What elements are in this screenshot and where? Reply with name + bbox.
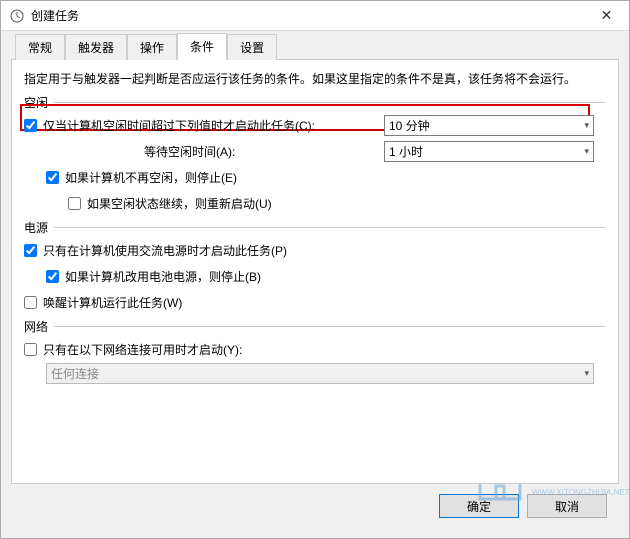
- group-idle: 空闲: [24, 94, 606, 111]
- chevron-down-icon: ▾: [584, 146, 589, 157]
- select-idle-duration-value: 10 分钟: [389, 117, 430, 134]
- select-idle-wait-value: 1 小时: [389, 143, 423, 160]
- row-idle-start: 仅当计算机空闲时间超过下列值时才启动此任务(C): 10 分钟 ▾: [24, 113, 606, 137]
- divider: [54, 326, 606, 327]
- tab-conditions[interactable]: 条件: [177, 33, 227, 60]
- label-power-battery-stop: 如果计算机改用电池电源，则停止(B): [65, 268, 261, 285]
- row-idle-restart: 如果空闲状态继续，则重新启动(U): [24, 191, 606, 215]
- checkbox-network-only[interactable]: [24, 343, 37, 356]
- checkbox-power-battery-stop[interactable]: [46, 270, 59, 283]
- row-power-wake: 唤醒计算机运行此任务(W): [24, 290, 606, 314]
- checkbox-idle-stop[interactable]: [46, 171, 59, 184]
- row-network-only: 只有在以下网络连接可用时才启动(Y):: [24, 337, 606, 361]
- client-area: 常规 触发器 操作 条件 设置 指定用于与触发器一起判断是否应运行该任务的条件。…: [1, 31, 629, 538]
- label-idle-stop: 如果计算机不再空闲，则停止(E): [65, 169, 237, 186]
- checkbox-power-wake[interactable]: [24, 296, 37, 309]
- chevron-down-icon: ▾: [584, 120, 589, 131]
- group-power: 电源: [24, 219, 606, 236]
- select-idle-duration[interactable]: 10 分钟 ▾: [384, 115, 594, 136]
- group-network: 网络: [24, 318, 606, 335]
- row-idle-wait: 等待空闲时间(A): 1 小时 ▾: [24, 139, 606, 163]
- clock-icon: [9, 8, 25, 24]
- tab-general[interactable]: 常规: [15, 34, 65, 60]
- label-power-ac: 只有在计算机使用交流电源时才启动此任务(P): [43, 242, 287, 259]
- tab-triggers[interactable]: 触发器: [65, 34, 127, 60]
- checkbox-idle-start[interactable]: [24, 119, 37, 132]
- group-idle-label: 空闲: [24, 94, 48, 111]
- group-power-label: 电源: [24, 219, 48, 236]
- label-idle-start: 仅当计算机空闲时间超过下列值时才启动此任务(C):: [43, 117, 315, 134]
- select-idle-wait[interactable]: 1 小时 ▾: [384, 141, 594, 162]
- select-network-value: 任何连接: [51, 365, 99, 382]
- row-power-ac: 只有在计算机使用交流电源时才启动此任务(P): [24, 238, 606, 262]
- row-idle-stop: 如果计算机不再空闲，则停止(E): [24, 165, 606, 189]
- checkbox-idle-restart[interactable]: [68, 197, 81, 210]
- close-button[interactable]: ✕: [584, 1, 629, 30]
- group-network-label: 网络: [24, 318, 48, 335]
- row-power-battery-stop: 如果计算机改用电池电源，则停止(B): [24, 264, 606, 288]
- tab-settings[interactable]: 设置: [227, 34, 277, 60]
- window-title: 创建任务: [31, 7, 584, 24]
- ok-button[interactable]: 确定: [439, 494, 519, 518]
- select-network: 任何连接 ▾: [46, 363, 594, 384]
- checkbox-power-ac[interactable]: [24, 244, 37, 257]
- panel-description: 指定用于与触发器一起判断是否应运行该任务的条件。如果这里指定的条件不是真，该任务…: [24, 70, 606, 88]
- tab-panel: 指定用于与触发器一起判断是否应运行该任务的条件。如果这里指定的条件不是真，该任务…: [11, 59, 619, 484]
- dialog-footer: 确定 取消: [11, 484, 619, 528]
- divider: [54, 102, 606, 103]
- divider: [54, 227, 606, 228]
- tab-actions[interactable]: 操作: [127, 34, 177, 60]
- cancel-button[interactable]: 取消: [527, 494, 607, 518]
- label-network-only: 只有在以下网络连接可用时才启动(Y):: [43, 341, 242, 358]
- titlebar: 创建任务 ✕: [1, 1, 629, 31]
- row-network-select: 任何连接 ▾: [24, 363, 606, 384]
- tab-strip: 常规 触发器 操作 条件 设置: [11, 31, 619, 59]
- label-idle-restart: 如果空闲状态继续，则重新启动(U): [87, 195, 272, 212]
- chevron-down-icon: ▾: [584, 368, 589, 379]
- label-idle-wait: 等待空闲时间(A):: [144, 143, 235, 160]
- label-power-wake: 唤醒计算机运行此任务(W): [43, 294, 182, 311]
- dialog-window: 创建任务 ✕ 常规 触发器 操作 条件 设置 指定用于与触发器一起判断是否应运行…: [0, 0, 630, 539]
